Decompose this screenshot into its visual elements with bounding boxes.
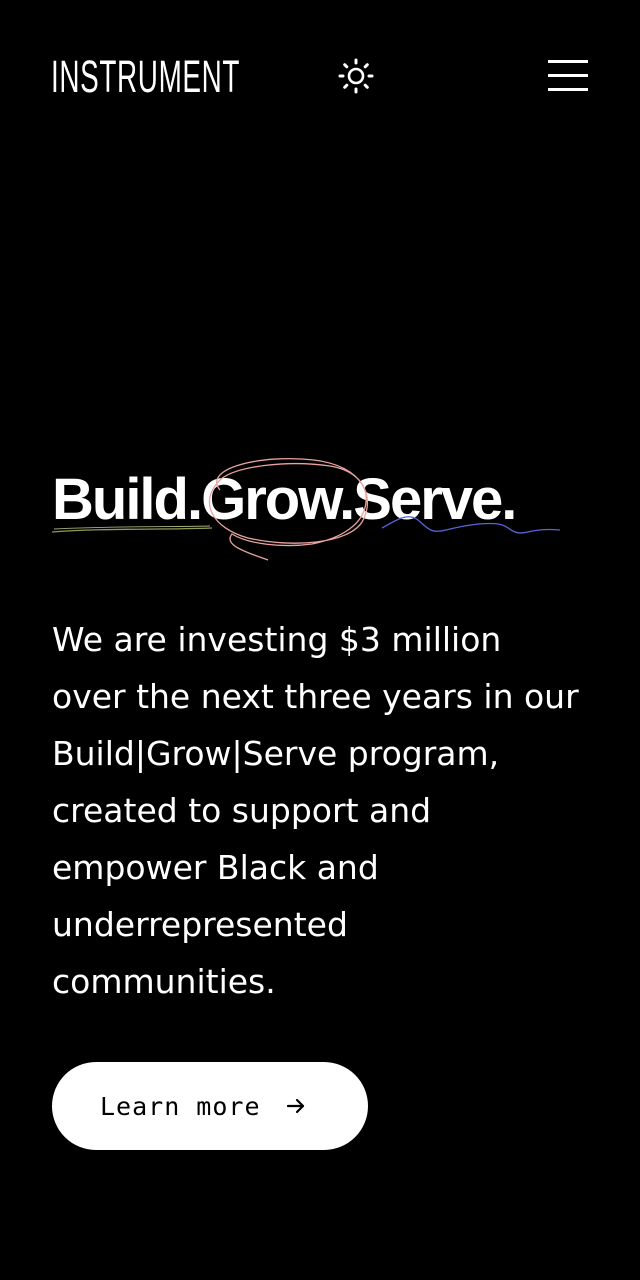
hero-section: Build.Grow.Serve. We are investing $3 mi… [51,440,592,1001]
hero-headline: Build.Grow.Serve. [52,467,517,532]
instrument-logo[interactable]: INSTRUMENT [51,54,240,99]
hero-description: We are investing $3 million over the nex… [52,620,579,1001]
menu-button[interactable] [546,58,590,94]
site-header: INSTRUMENT [0,0,640,150]
theme-toggle-button[interactable] [336,56,376,96]
headline-container: Build.Grow.Serve. [51,440,592,580]
arrow-right-icon [286,1098,304,1114]
hamburger-menu-icon [548,60,588,91]
sun-icon [338,58,374,94]
learn-more-button[interactable]: Learn more [52,1062,368,1150]
learn-more-label: Learn more [100,1091,261,1121]
